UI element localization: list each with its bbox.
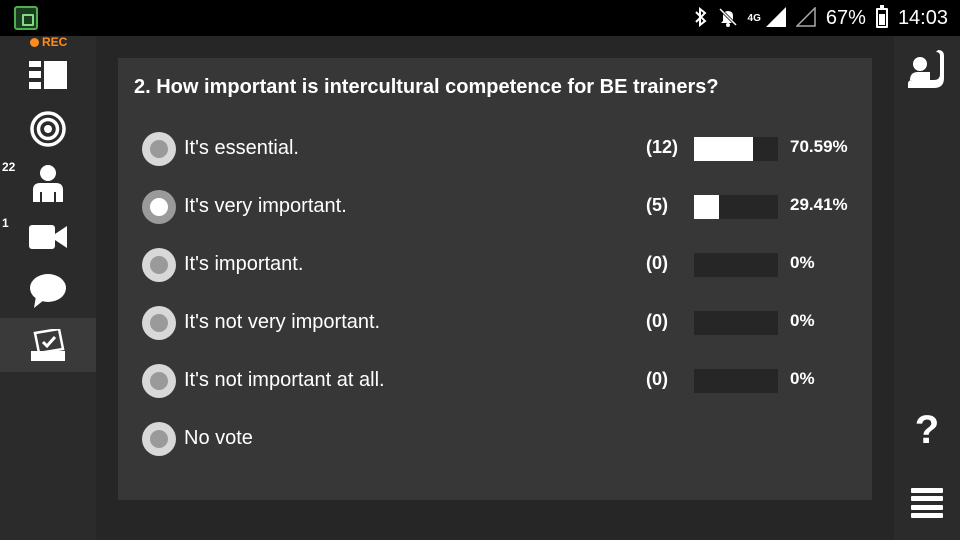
sidebar-item-chat[interactable] [0, 264, 96, 318]
raise-hand-button[interactable] [908, 50, 946, 95]
sidebar-item-participants[interactable]: 22 [0, 156, 96, 210]
clock: 14:03 [897, 6, 948, 29]
menu-icon-bar [911, 496, 943, 502]
option-radio[interactable] [142, 422, 176, 456]
signal-icon: 4G [747, 6, 786, 30]
option-percent: 29.41% [790, 195, 848, 214]
camera-icon [29, 225, 67, 249]
option-percent: 0% [790, 369, 815, 388]
menu-icon-bar [911, 504, 943, 510]
option-label: It's not important at all. [184, 369, 385, 391]
option-radio[interactable] [142, 364, 176, 398]
sidebar-item-target[interactable] [0, 102, 96, 156]
menu-button[interactable] [911, 488, 943, 518]
signal-empty-icon [795, 5, 816, 30]
target-icon [30, 111, 66, 147]
option-radio[interactable] [142, 132, 176, 166]
option-radio[interactable] [142, 306, 176, 340]
option-radio[interactable] [142, 248, 176, 282]
poll-option[interactable]: It's not important at all. (0) 0% [142, 361, 872, 401]
layout-icon [29, 61, 67, 89]
mute-notifications-icon [718, 7, 738, 30]
battery-percent: 67% [825, 6, 866, 29]
option-count: (0) [646, 253, 668, 273]
sidebar-item-poll[interactable] [0, 318, 96, 372]
option-count: (5) [646, 195, 668, 215]
recording-indicator: REC [30, 35, 68, 49]
option-label: It's very important. [184, 195, 347, 217]
option-label: It's not very important. [184, 311, 381, 333]
option-count: (0) [646, 369, 668, 389]
menu-icon-bar [911, 512, 943, 518]
battery-level [878, 14, 885, 25]
option-percent: 0% [790, 311, 815, 330]
status-bar: 4G 67% 14:03 [0, 0, 960, 36]
participants-count-badge: 22 [2, 160, 16, 174]
option-label: It's important. [184, 253, 304, 275]
network-type: 4G [747, 12, 761, 24]
option-count: (12) [646, 137, 679, 157]
option-bar-fill [694, 195, 719, 219]
option-bar [694, 137, 778, 161]
option-bar-fill [694, 137, 754, 161]
poll-icon [31, 329, 65, 361]
raise-hand-icon [908, 50, 944, 88]
option-bar [694, 369, 778, 393]
right-sidebar: ? [894, 36, 960, 540]
option-label: It's essential. [184, 137, 299, 159]
left-sidebar: REC 22 1 [0, 35, 96, 540]
poll-question: 2. How important is intercultural compet… [134, 76, 719, 98]
poll-option[interactable]: It's important. (0) 0% [142, 245, 872, 285]
option-count: (0) [646, 311, 668, 331]
status-indicators: 4G 67% 14:03 [694, 0, 948, 36]
sidebar-item-layout[interactable] [0, 48, 96, 102]
option-percent: 0% [790, 253, 815, 272]
camera-count-badge: 1 [2, 216, 9, 230]
rec-label: REC [42, 35, 68, 49]
poll-option[interactable]: It's very important. (5) 29.41% [142, 187, 872, 227]
poll-option-no-vote[interactable]: No vote [142, 419, 872, 459]
app-icon [14, 6, 38, 30]
option-label: No vote [184, 427, 253, 449]
participants-icon [33, 165, 63, 202]
option-bar [694, 311, 778, 335]
option-bar [694, 195, 778, 219]
battery-icon [875, 5, 888, 28]
poll-option[interactable]: It's essential. (12) 70.59% [142, 129, 872, 169]
chat-icon [30, 274, 66, 308]
poll-option[interactable]: It's not very important. (0) 0% [142, 303, 872, 343]
poll-card: 2. How important is intercultural compet… [118, 58, 872, 500]
help-button[interactable]: ? [894, 408, 960, 453]
option-percent: 70.59% [790, 137, 848, 156]
help-icon: ? [914, 408, 940, 452]
bluetooth-icon [694, 6, 708, 30]
app-window: 4G 67% 14:03 REC 22 1 2. How important i… [0, 0, 960, 540]
sidebar-item-camera[interactable]: 1 [0, 210, 96, 264]
option-radio-selected[interactable] [142, 190, 176, 224]
main-panel: 2. How important is intercultural compet… [96, 36, 894, 540]
rec-dot-icon [30, 37, 39, 47]
menu-icon-bar [911, 488, 943, 493]
option-bar [694, 253, 778, 277]
